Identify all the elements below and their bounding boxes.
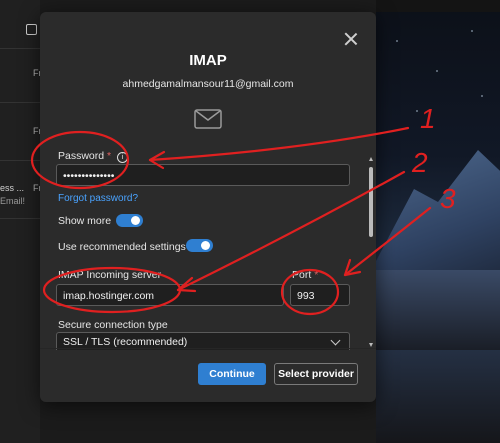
port-label: Port * xyxy=(292,269,318,281)
close-icon[interactable] xyxy=(344,32,358,46)
port-label-text: Port xyxy=(292,269,312,281)
star xyxy=(481,95,483,97)
divider xyxy=(0,218,40,219)
star xyxy=(436,70,438,72)
divider xyxy=(0,160,40,161)
secure-connection-label: Secure connection type xyxy=(58,319,168,331)
imap-dialog: IMAP ahmedgamalmansour11@gmail.com Passw… xyxy=(40,12,376,402)
scroll-thumb[interactable] xyxy=(369,167,373,237)
use-recommended-label: Use recommended settings xyxy=(58,241,186,253)
info-icon[interactable]: i xyxy=(117,152,129,163)
star xyxy=(396,40,398,42)
account-email: ahmedgamalmansour11@gmail.com xyxy=(122,78,294,90)
dune xyxy=(376,270,500,350)
chevron-down-icon xyxy=(330,335,341,346)
scroll-down-icon[interactable] xyxy=(369,343,373,347)
mail-preview-snippet: ess ... xyxy=(0,183,25,193)
dialog-title: IMAP xyxy=(189,52,227,69)
imap-server-label: IMAP Incoming server xyxy=(58,269,162,281)
toggle-knob xyxy=(201,241,210,250)
window-icon xyxy=(26,24,37,35)
password-label-text: Password xyxy=(58,150,105,162)
required-mark: * xyxy=(107,150,112,162)
imap-server-field[interactable]: imap.hostinger.com xyxy=(56,284,284,306)
divider xyxy=(0,102,40,103)
scroll-up-icon[interactable] xyxy=(369,157,373,161)
mail-preview-snippet: Email! xyxy=(0,196,26,206)
forgot-password-link[interactable]: Forgot password? xyxy=(58,193,138,204)
title-strip xyxy=(376,0,500,12)
use-recommended-toggle[interactable] xyxy=(186,239,213,252)
star xyxy=(416,110,418,112)
divider xyxy=(0,48,40,49)
toggle-knob xyxy=(131,216,140,225)
dialog-scrollbar[interactable] xyxy=(369,157,373,347)
mountain xyxy=(376,150,500,280)
star xyxy=(471,30,473,32)
background-mail-list: Fr Fr ess ... Fr Email! xyxy=(0,0,42,443)
required-mark: * xyxy=(314,269,319,281)
show-more-toggle[interactable] xyxy=(116,214,143,227)
password-label: Password * i xyxy=(58,150,129,163)
select-provider-button[interactable]: Select provider xyxy=(274,363,358,385)
password-field[interactable]: •••••••••••••• xyxy=(56,164,350,186)
port-field[interactable]: 993 xyxy=(290,284,350,306)
show-more-label: Show more xyxy=(58,215,112,227)
desktop-wallpaper xyxy=(376,0,500,443)
footer-divider xyxy=(40,348,376,349)
secure-connection-value: SSL / TLS (recommended) xyxy=(63,336,188,348)
continue-button[interactable]: Continue xyxy=(198,363,266,385)
mail-icon xyxy=(194,109,222,129)
